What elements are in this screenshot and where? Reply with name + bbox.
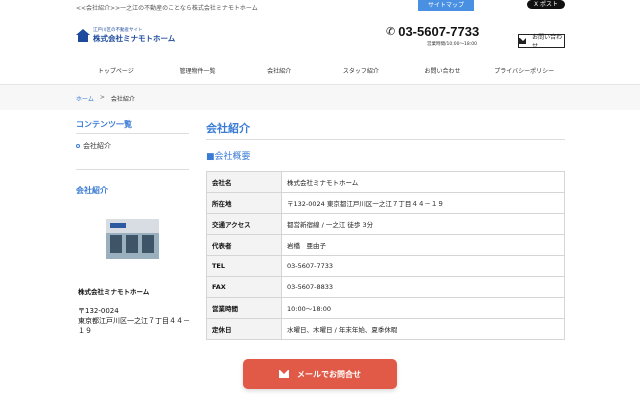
breadcrumb-current: 会社紹介 [110,96,135,103]
breadcrumb: ホーム > 会社紹介 [76,94,135,103]
row-key: 定休日 [206,318,282,340]
row-value: 株式会社ミナモトホーム [281,171,565,193]
nav-item-top[interactable]: トップページ [75,62,157,82]
row-key: TEL [206,255,282,277]
sidebar-divider [76,133,189,134]
sidebar-item-company[interactable]: 会社紹介 [76,141,111,151]
row-key: 交通アクセス [206,213,282,235]
contact-button-label: お問い合わせ [532,34,563,50]
section-title: ■会社概要 [206,152,251,162]
table-row: 営業時間 10:00〜18:00 [206,297,565,319]
table-row: 定休日 水曜日、木曜日 / 年末年始、夏季休暇 [206,318,565,340]
x-post-button[interactable]: X ポスト [527,0,565,9]
title-divider [206,139,565,140]
mail-contact-button[interactable]: メールでお問合せ [243,359,397,389]
breadcrumb-separator: > [99,94,105,101]
row-value: 都営新宿線 / 一之江 徒歩 3分 [281,213,565,235]
postal-code: 〒132-0024 [78,307,119,315]
header-tagline: <<会社紹介>>一之江の不動産のことなら株式会社ミナモトホーム [76,5,258,12]
table-row: 所在地 〒132-0024 東京都江戸川区一之江７丁目４４－１９ [206,192,565,214]
row-value: 10:00〜18:00 [281,297,565,319]
table-row: 代表者 岩橋 亜由子 [206,234,565,256]
row-key: 代表者 [206,234,282,256]
row-key: 会社名 [206,171,282,193]
row-key: 所在地 [206,192,282,214]
table-row: FAX 03-5607-8833 [206,276,565,298]
row-key: FAX [206,276,282,298]
phone-block[interactable]: ✆ 03-5607-7733 [386,24,479,39]
street-address: 東京都江戸川区一之江７丁目４４－１９ [78,317,190,335]
site-logo[interactable]: 江戸川区の不動産サイト 株式会社ミナモトホーム [76,28,175,43]
sidebar-company-name: 株式会社ミナモトホーム [78,288,150,296]
envelope-icon [279,370,289,378]
row-value: 水曜日、木曜日 / 年末年始、夏季休暇 [281,318,565,340]
sidebar-contents-title: コンテンツ一覧 [76,120,132,129]
row-value: 03-5607-7733 [281,255,565,277]
mail-contact-label: メールでお問合せ [297,369,361,379]
sitemap-button[interactable]: サイトマップ [418,0,474,11]
envelope-icon [519,38,527,44]
table-row: 交通アクセス 都営新宿線 / 一之江 徒歩 3分 [206,213,565,235]
row-value: 〒132-0024 東京都江戸川区一之江７丁目４４－１９ [281,192,565,214]
business-hours: 営業時間/10:00〜18:00 [427,42,477,47]
company-info-table: 会社名 株式会社ミナモトホーム 所在地 〒132-0024 東京都江戸川区一之江７丁… [206,171,565,340]
sidebar-address: 〒132-0024 東京都江戸川区一之江７丁目４４－１９ [78,306,190,336]
nav-item-properties[interactable]: 管理物件一覧 [157,62,239,82]
sidebar-divider [76,169,189,170]
row-value: 03-5607-8833 [281,276,565,298]
phone-icon: ✆ [386,25,396,38]
breadcrumb-home[interactable]: ホーム [76,94,94,103]
table-row: TEL 03-5607-7733 [206,255,565,277]
sidebar-item-label: 会社紹介 [83,142,111,150]
nav-item-privacy[interactable]: プライバシーポリシー [483,62,565,82]
phone-number[interactable]: 03-5607-7733 [398,24,479,39]
storefront-photo [106,219,159,259]
house-logo-icon [76,28,90,43]
page-title: 会社紹介 [206,122,250,135]
row-value: 岩橋 亜由子 [281,234,565,256]
nav-item-company[interactable]: 会社紹介 [238,62,320,82]
nav-item-staff[interactable]: スタッフ紹介 [320,62,402,82]
nav-item-contact[interactable]: お問い合わせ [402,62,484,82]
table-row: 会社名 株式会社ミナモトホーム [206,171,565,193]
logo-title: 株式会社ミナモトホーム [93,34,176,43]
bullet-icon [76,144,80,148]
contact-button[interactable]: お問い合わせ [518,34,565,50]
sidebar-company-title: 会社紹介 [76,186,108,195]
global-nav: トップページ 管理物件一覧 会社紹介 スタッフ紹介 お問い合わせ プライバシーポ… [75,62,565,82]
row-key: 営業時間 [206,297,282,319]
